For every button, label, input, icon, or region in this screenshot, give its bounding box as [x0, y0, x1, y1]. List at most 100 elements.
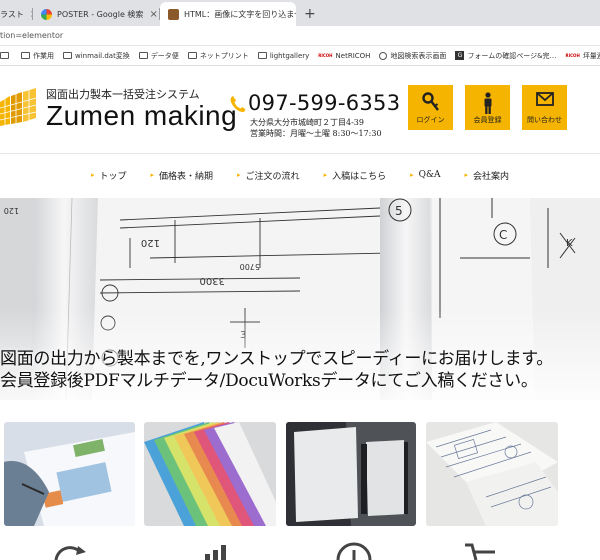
hero-copy: 図面の出力から製本までを,ワンストップでスピーディーにお届けします。 会員登録後…	[0, 348, 600, 392]
key-icon	[421, 92, 439, 111]
bookmark-folder[interactable]: データ便	[138, 51, 179, 61]
drawing-label: 5	[395, 204, 403, 218]
nav-label: ご注文の流れ	[245, 171, 300, 182]
nav-item-qa[interactable]: ▸ Q&A	[410, 170, 440, 180]
register-label: 会員登録	[473, 116, 502, 124]
bookmark-label: NetRICOH	[335, 51, 371, 60]
site-brand[interactable]: Zumen making	[46, 100, 237, 132]
arrow-right-icon: ▸	[150, 171, 155, 179]
person-icon	[484, 92, 491, 114]
folder-icon	[63, 52, 72, 59]
photo-documents-image[interactable]	[4, 422, 135, 526]
bookmark-link[interactable]: G フォームの確認ページ&完…	[455, 51, 557, 61]
drawing-label: K	[566, 238, 573, 249]
bookmark-folder[interactable]: ネットプリント	[187, 51, 249, 61]
drawing-label: C	[499, 228, 507, 242]
nav-label: Q&A	[418, 170, 441, 180]
drawing-dimension: 5700	[240, 262, 260, 271]
address: 大分県大分市城崎町２丁目4-39	[250, 118, 364, 127]
drawing-dimension: 120	[4, 206, 19, 215]
arrow-right-icon: ▸	[410, 171, 414, 179]
close-icon[interactable]: ×	[24, 9, 33, 20]
bookmark-label: 坪量連量変換ツール（R…	[582, 51, 600, 60]
drawing-dimension: 3300	[200, 275, 225, 286]
phone-icon	[230, 96, 246, 113]
bar-chart-icon	[205, 545, 226, 560]
nav-item-pricing[interactable]: ▸ 価格表・納期	[151, 169, 214, 182]
bookmark-folder[interactable]: lightgallery	[257, 51, 310, 60]
bookmark-label: データ便	[150, 51, 179, 60]
bookmark-link[interactable]: RICOH NetRICOH	[318, 52, 370, 60]
close-icon[interactable]: ×	[143, 9, 157, 20]
bookmark-folder[interactable]: 作業用	[21, 51, 54, 61]
feature-icons-row	[54, 542, 495, 560]
tab-title: POSTER - Google 検索	[57, 9, 144, 19]
browser-tab-active[interactable]: HTML：画像に文字を回り込ませ… ×	[160, 2, 296, 26]
photo-blueprint-book-image[interactable]	[426, 422, 558, 526]
phone-number[interactable]: 097-599-6353	[248, 91, 400, 115]
site-favicon-icon	[168, 8, 179, 20]
drawing-dimension: 120	[141, 237, 160, 248]
google-icon	[41, 8, 52, 20]
mail-icon	[535, 92, 554, 106]
bookmark-label: 作業用	[33, 51, 54, 60]
bookmark-folder[interactable]	[0, 52, 12, 59]
tab-title: HTML：画像に文字を回り込ませ…	[184, 9, 296, 19]
browser-tab-bar: ラスト × POSTER - Google 検索 × HTML：画像に文字を回り…	[0, 0, 600, 26]
ricoh-icon: RICOH	[318, 53, 333, 58]
logo-icon[interactable]	[0, 88, 40, 128]
ricoh-icon: RICOH	[565, 53, 580, 58]
globe-icon	[379, 51, 388, 60]
nav-label: 価格表・納期	[159, 171, 214, 182]
cart-icon	[465, 543, 495, 560]
tab-title: ラスト	[0, 9, 24, 19]
bookmark-label: winmail.dat変換	[75, 51, 130, 60]
new-tab-button[interactable]: +	[304, 6, 316, 22]
arrow-right-icon: ▸	[464, 171, 469, 179]
url-text: tion=elementor	[0, 31, 64, 40]
nav-item-order-flow[interactable]: ▸ ご注文の流れ	[237, 169, 300, 182]
bookmarks-bar: 作業用 winmail.dat変換 データ便 ネットプリント lightgall…	[0, 46, 600, 66]
nav-item-upload[interactable]: ▸ 入稿はこちら	[324, 169, 387, 182]
arrow-right-icon: ▸	[237, 171, 241, 179]
arrow-right-icon: ▸	[323, 171, 328, 179]
form-icon: G	[455, 51, 465, 60]
login-button[interactable]: ログイン	[408, 85, 453, 130]
bookmark-label: ネットプリント	[199, 51, 249, 60]
nav-label: 会社案内	[473, 171, 510, 182]
folder-icon	[0, 52, 9, 59]
hero-line-1: 図面の出力から製本までを,ワンストップでスピーディーにお届けします。	[0, 349, 553, 369]
bookmark-label: フォームの確認ページ&完…	[467, 51, 557, 60]
nav-label: トップ	[99, 171, 127, 182]
register-button[interactable]: 会員登録	[465, 85, 510, 130]
contact-button[interactable]: 問い合わせ	[522, 85, 567, 130]
bookmark-link[interactable]: 地図検索表示画面	[379, 51, 446, 61]
photo-paper-samples-image[interactable]	[144, 422, 276, 526]
bookmark-link[interactable]: RICOH坪量連量変換ツール（R…	[566, 51, 600, 61]
folder-icon	[187, 52, 197, 59]
bookmark-folder[interactable]: winmail.dat変換	[63, 51, 130, 61]
photo-bound-books-image[interactable]	[286, 422, 416, 526]
photo-gallery	[0, 422, 600, 526]
address-bar[interactable]: tion=elementor	[0, 26, 600, 46]
address-block: 大分県大分市城崎町２丁目4-39 営業時間：月曜～土曜 8:30～17:30	[250, 117, 382, 139]
hero-line-2: 会員登録後PDFマルチデータ/DocuWorksデータにてご入稿ください。	[0, 371, 538, 391]
main-nav: ▸ トップ ▸ 価格表・納期 ▸ ご注文の流れ ▸ 入稿はこちら ▸ Q&A ▸ 会社案内	[0, 162, 600, 188]
nav-label: 入稿はこちら	[332, 171, 387, 182]
business-hours: 営業時間：月曜～土曜 8:30～17:30	[250, 129, 382, 138]
browser-tab[interactable]: POSTER - Google 検索 ×	[33, 2, 160, 26]
folder-icon	[257, 52, 267, 59]
login-label: ログイン	[416, 116, 445, 124]
site-header: 図面出力製本一括受注システム Zumen making 097-599-6353…	[0, 66, 600, 154]
arrow-right-icon: ▸	[90, 171, 95, 179]
folder-icon	[21, 52, 30, 59]
bookmark-label: 地図検索表示画面	[390, 51, 447, 60]
folder-icon	[138, 52, 148, 59]
refresh-icon	[54, 546, 86, 560]
clock-icon	[336, 542, 372, 560]
contact-label: 問い合わせ	[527, 116, 562, 124]
nav-item-company[interactable]: ▸ 会社案内	[465, 169, 510, 182]
bookmark-label: lightgallery	[269, 51, 310, 60]
browser-tab[interactable]: ラスト ×	[0, 2, 33, 26]
nav-item-top[interactable]: ▸ トップ	[91, 169, 127, 182]
